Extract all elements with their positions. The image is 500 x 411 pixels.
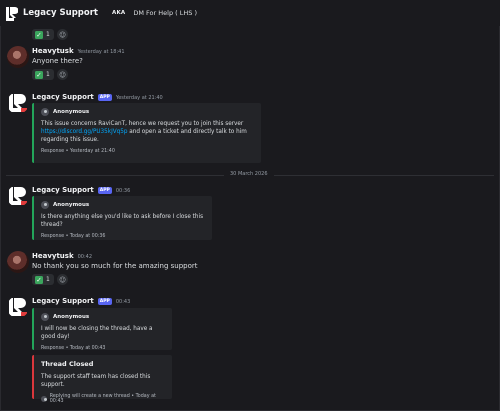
reaction-check[interactable]: ✓ 1 (32, 274, 54, 285)
embed: Anonymous I will now be closing the thre… (32, 308, 172, 351)
add-reaction-icon[interactable]: ☺ (57, 69, 68, 80)
message-header: Heavytusk 00:42 (32, 252, 92, 260)
app-badge: APP (97, 94, 112, 101)
check-icon: ✓ (35, 275, 43, 284)
embed-footer: Replying will create a new thread • Toda… (41, 394, 166, 404)
header-title: Legacy Support (23, 8, 98, 18)
legacy-logo-icon (6, 6, 19, 21)
embed-author: Anonymous (41, 313, 166, 321)
add-reaction-icon[interactable]: ☺ (57, 29, 68, 40)
embed-text: This issue concerns RaviCanT, hence we r… (41, 121, 244, 127)
author-name[interactable]: Legacy Support (32, 93, 94, 101)
reaction-bar: ✓ 1 ☺ (32, 274, 68, 285)
avatar[interactable] (7, 296, 29, 318)
reaction-check[interactable]: ✓ 1 (32, 69, 54, 80)
embed-text: and open a ticket and directly talk to h… (127, 129, 247, 135)
embed-description: The support staff team has closed this s… (41, 374, 151, 388)
user-icon (41, 201, 49, 209)
thread-closed-embed: Thread Closed The support staff team has… (32, 355, 172, 404)
app-badge: APP (97, 187, 112, 194)
embed: Anonymous This issue concerns RaviCanT, … (32, 103, 261, 163)
date-divider: 30 March 2026 (224, 171, 274, 177)
reaction-count: 1 (46, 31, 50, 38)
avatar[interactable] (7, 46, 29, 68)
author-name[interactable]: Heavytusk (32, 252, 74, 260)
message-header: Legacy Support APP 00:36 (32, 186, 130, 195)
message-text: Anyone there? (32, 57, 83, 65)
reaction-bar: ✓ 1 ☺ (32, 29, 68, 40)
message-header: Heavytusk Yesterday at 18:41 (32, 47, 125, 55)
user-icon (41, 313, 49, 321)
reaction-bar: ✓ 1 ☺ (32, 69, 68, 80)
add-reaction-icon[interactable]: ☺ (57, 274, 68, 285)
check-icon: ✓ (35, 70, 43, 79)
avatar[interactable] (7, 185, 29, 207)
embed: Anonymous Is there anything else you'd l… (32, 196, 212, 240)
embed-footer: Response • Today at 00:43 (41, 346, 106, 351)
embed-footer: Response • Yesterday at 21:40 (41, 149, 115, 154)
embed-author: Anonymous (41, 201, 206, 209)
legacy-logo-icon (9, 298, 27, 316)
message-header: Legacy Support APP Yesterday at 21:40 (32, 93, 163, 102)
header-aka: AKA (111, 10, 126, 16)
embed-footer-text: Replying will create a new thread • Toda… (49, 394, 156, 404)
timestamp: 00:43 (115, 299, 131, 305)
legacy-logo-icon (9, 187, 27, 205)
invite-link[interactable]: https://discord.gg/PU35kJVq5p (41, 129, 127, 135)
avatar[interactable] (7, 92, 29, 114)
bot-icon (41, 396, 47, 402)
reaction-count: 1 (46, 276, 50, 283)
timestamp: Yesterday at 18:41 (77, 49, 125, 55)
embed-description: I will now be closing the thread, have a… (41, 326, 153, 340)
embed-author: Anonymous (41, 108, 255, 116)
avatar[interactable] (7, 251, 29, 273)
reaction-count: 1 (46, 71, 50, 78)
timestamp: 00:42 (77, 254, 93, 260)
embed-description: This issue concerns RaviCanT, hence we r… (41, 120, 255, 144)
user-icon (41, 108, 49, 116)
author-name[interactable]: Heavytusk (32, 47, 74, 55)
embed-title: Thread Closed (41, 360, 94, 368)
embed-text: regarding this issue. (41, 137, 99, 143)
embed-author-name: Anonymous (53, 109, 90, 115)
embed-author-name: Anonymous (53, 202, 90, 208)
reaction-check[interactable]: ✓ 1 (32, 29, 54, 40)
timestamp: 00:36 (115, 188, 131, 194)
embed-author-name: Anonymous (53, 314, 90, 320)
message-header: Legacy Support APP 00:43 (32, 297, 130, 306)
legacy-logo-icon (9, 94, 27, 112)
channel-header: Legacy Support AKA DM For Help ( LHS ) (0, 0, 500, 26)
author-name[interactable]: Legacy Support (32, 186, 94, 194)
app-badge: APP (97, 298, 112, 305)
header-subtitle: DM For Help ( LHS ) (133, 9, 198, 17)
check-icon: ✓ (35, 30, 43, 39)
timestamp: Yesterday at 21:40 (115, 95, 163, 101)
embed-footer: Response • Today at 00:36 (41, 234, 106, 239)
author-name[interactable]: Legacy Support (32, 297, 94, 305)
message-text: No thank you so much for the amazing sup… (32, 262, 198, 270)
embed-description: Is there anything else you'd like to ask… (41, 214, 204, 228)
